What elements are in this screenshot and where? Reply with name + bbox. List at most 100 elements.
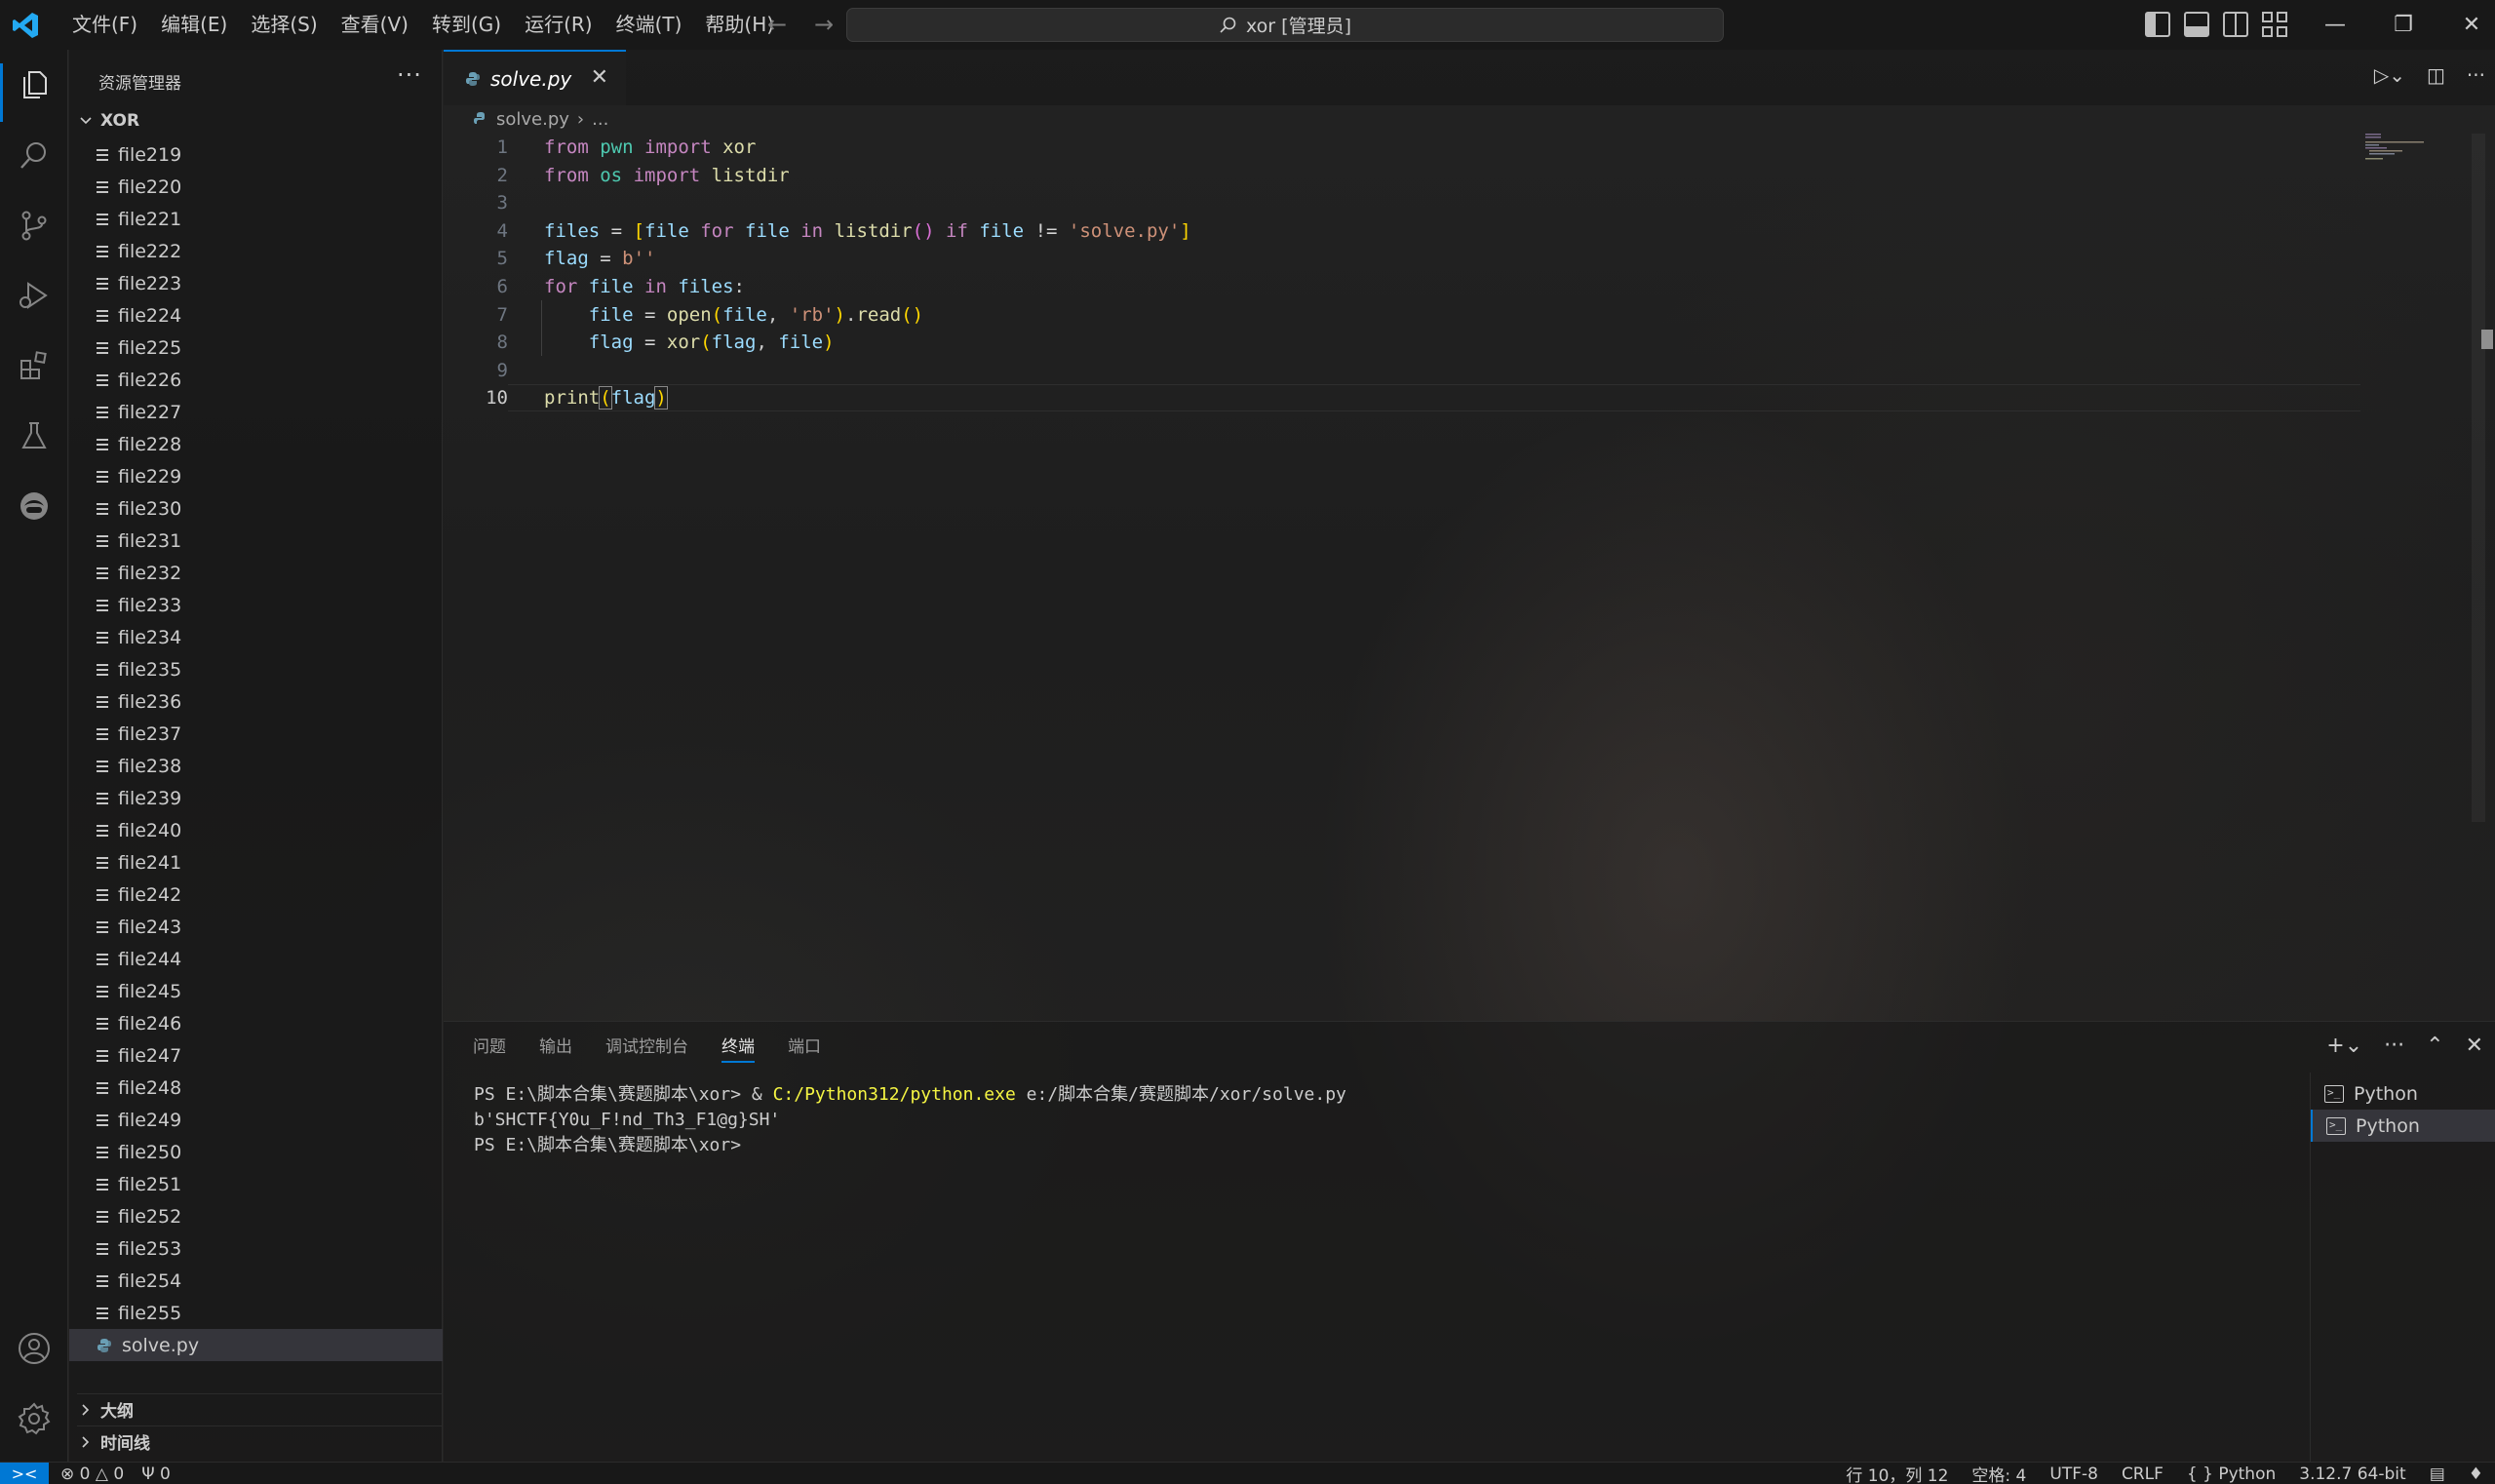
more-actions-icon[interactable]: ··· — [397, 61, 422, 89]
toggle-primary-sidebar-icon[interactable] — [2145, 12, 2170, 37]
cursor-position[interactable]: 行 10，列 12 — [1846, 1462, 1948, 1484]
editor-scrollbar[interactable] — [2472, 134, 2485, 822]
maximize-panel-icon[interactable]: ⌃ — [2426, 1034, 2443, 1058]
file-tree-item[interactable]: file229 — [69, 460, 443, 492]
file-tree-item[interactable]: file249 — [69, 1104, 443, 1136]
menu-run[interactable]: 运行(R) — [513, 0, 604, 50]
menu-selection[interactable]: 选择(S) — [239, 0, 329, 50]
python-interpreter[interactable]: 3.12.7 64-bit — [2299, 1464, 2405, 1484]
file-tree-item-solve-py[interactable]: solve.py — [69, 1329, 443, 1361]
problems-status[interactable]: ⊗ 0 △ 0 — [60, 1464, 124, 1484]
explorer-icon[interactable] — [17, 67, 52, 102]
encoding[interactable]: UTF-8 — [2049, 1464, 2098, 1484]
file-tree-item[interactable]: file255 — [69, 1297, 443, 1329]
file-tree-item[interactable]: file238 — [69, 750, 443, 782]
file-tree-item[interactable]: file246 — [69, 1007, 443, 1039]
end-of-line[interactable]: CRLF — [2122, 1464, 2164, 1484]
indentation[interactable]: 空格: 4 — [1971, 1462, 2026, 1484]
remote-indicator-icon[interactable]: >< — [0, 1463, 49, 1484]
feedback-icon[interactable]: ▤ — [2430, 1464, 2445, 1484]
file-tree-item[interactable]: file227 — [69, 396, 443, 428]
source-control-icon[interactable] — [17, 208, 52, 243]
tab-debug-console[interactable]: 调试控制台 — [605, 1022, 688, 1073]
file-tree-item[interactable]: file230 — [69, 492, 443, 525]
file-tree-item[interactable]: file236 — [69, 685, 443, 718]
file-tree-item[interactable]: file243 — [69, 911, 443, 943]
file-tree-item[interactable]: file234 — [69, 621, 443, 653]
command-center-search[interactable]: xor [管理员] — [846, 8, 1724, 42]
tab-output[interactable]: 输出 — [539, 1022, 572, 1073]
menu-go[interactable]: 转到(G) — [420, 0, 513, 50]
terminal-instance[interactable]: >_ Python — [2311, 1110, 2495, 1142]
file-tree-item[interactable]: file239 — [69, 782, 443, 814]
file-tree-item[interactable]: file221 — [69, 203, 443, 235]
tab-terminal[interactable]: 终端 — [721, 1022, 755, 1073]
file-tree-item[interactable]: file251 — [69, 1168, 443, 1200]
file-tree-item[interactable]: file224 — [69, 299, 443, 332]
run-python-file-icon[interactable]: ▷⌄ — [2374, 63, 2405, 87]
panel-more-icon[interactable]: ··· — [2384, 1034, 2404, 1058]
file-tree-item[interactable]: file235 — [69, 653, 443, 685]
file-tree-item[interactable]: file240 — [69, 814, 443, 846]
terminal-instance[interactable]: >_ Python — [2311, 1077, 2495, 1110]
forward-arrow-icon[interactable]: → — [809, 10, 838, 39]
accounts-icon[interactable] — [17, 1331, 52, 1366]
minimap[interactable] — [2361, 132, 2469, 161]
settings-gear-icon[interactable] — [17, 1401, 52, 1436]
file-tree-item[interactable]: file231 — [69, 525, 443, 557]
tab-problems[interactable]: 问题 — [473, 1022, 506, 1073]
file-tree-item[interactable]: file242 — [69, 879, 443, 911]
file-tree-item[interactable]: file253 — [69, 1232, 443, 1265]
file-tree-item[interactable]: file248 — [69, 1072, 443, 1104]
file-tree-item[interactable]: file225 — [69, 332, 443, 364]
new-terminal-icon[interactable]: +⌄ — [2326, 1034, 2362, 1058]
extensions-icon[interactable] — [17, 348, 52, 383]
toggle-secondary-sidebar-icon[interactable] — [2223, 12, 2248, 37]
file-tree-item[interactable]: file241 — [69, 846, 443, 879]
file-tree-item[interactable]: file232 — [69, 557, 443, 589]
notifications-bell-icon[interactable]: ♦ — [2469, 1464, 2483, 1484]
breadcrumb-symbols[interactable]: ... — [592, 109, 608, 130]
language-mode[interactable]: { } Python — [2187, 1464, 2276, 1484]
file-tree-item[interactable]: file245 — [69, 975, 443, 1007]
file-tree-item[interactable]: file226 — [69, 364, 443, 396]
file-tree-item[interactable]: file247 — [69, 1039, 443, 1072]
tab-solve-py[interactable]: solve.py ✕ — [444, 50, 626, 105]
file-tree-item[interactable]: file252 — [69, 1200, 443, 1232]
folder-header-xor[interactable]: XOR — [77, 105, 443, 137]
code-editor[interactable]: 1 from pwn import xor 2 from os import lis… — [444, 134, 2413, 412]
restore-icon[interactable]: ❐ — [2369, 0, 2437, 50]
file-tree-item[interactable]: file254 — [69, 1265, 443, 1297]
close-window-icon[interactable]: ✕ — [2437, 0, 2495, 50]
breadcrumb-file[interactable]: solve.py — [496, 109, 569, 130]
close-panel-icon[interactable]: ✕ — [2466, 1034, 2483, 1058]
testing-icon[interactable] — [17, 418, 52, 453]
split-editor-icon[interactable]: ◫ — [2427, 63, 2445, 87]
minimize-icon[interactable]: — — [2301, 0, 2369, 50]
outline-section[interactable]: 大纲 — [77, 1393, 443, 1425]
file-tree-item[interactable]: file250 — [69, 1136, 443, 1168]
file-tree-item[interactable]: file228 — [69, 428, 443, 460]
file-tree-item[interactable]: file222 — [69, 235, 443, 267]
file-tree-item[interactable]: file233 — [69, 589, 443, 621]
file-tree-item[interactable]: file219 — [69, 138, 443, 171]
search-icon[interactable] — [17, 137, 52, 173]
toggle-panel-icon[interactable] — [2184, 12, 2209, 37]
menu-view[interactable]: 查看(V) — [330, 0, 420, 50]
menu-file[interactable]: 文件(F) — [60, 0, 149, 50]
file-tree-item[interactable]: file244 — [69, 943, 443, 975]
run-debug-icon[interactable] — [17, 278, 52, 313]
menu-edit[interactable]: 编辑(E) — [149, 0, 239, 50]
remote-explorer-icon[interactable] — [17, 488, 52, 524]
terminal-output[interactable]: PS E:\脚本合集\赛题脚本\xor> & C:/Python312/pyth… — [474, 1082, 1346, 1158]
file-tree-item[interactable]: file223 — [69, 267, 443, 299]
editor-more-icon[interactable]: ··· — [2467, 63, 2485, 87]
file-tree-item[interactable]: file220 — [69, 171, 443, 203]
file-tree-item[interactable]: file237 — [69, 718, 443, 750]
timeline-section[interactable]: 时间线 — [77, 1425, 443, 1457]
tab-ports[interactable]: 端口 — [788, 1022, 821, 1073]
close-tab-icon[interactable]: ✕ — [591, 65, 608, 90]
menu-terminal[interactable]: 终端(T) — [604, 0, 694, 50]
back-arrow-icon[interactable]: ← — [762, 10, 792, 39]
customize-layout-icon[interactable] — [2262, 12, 2287, 37]
